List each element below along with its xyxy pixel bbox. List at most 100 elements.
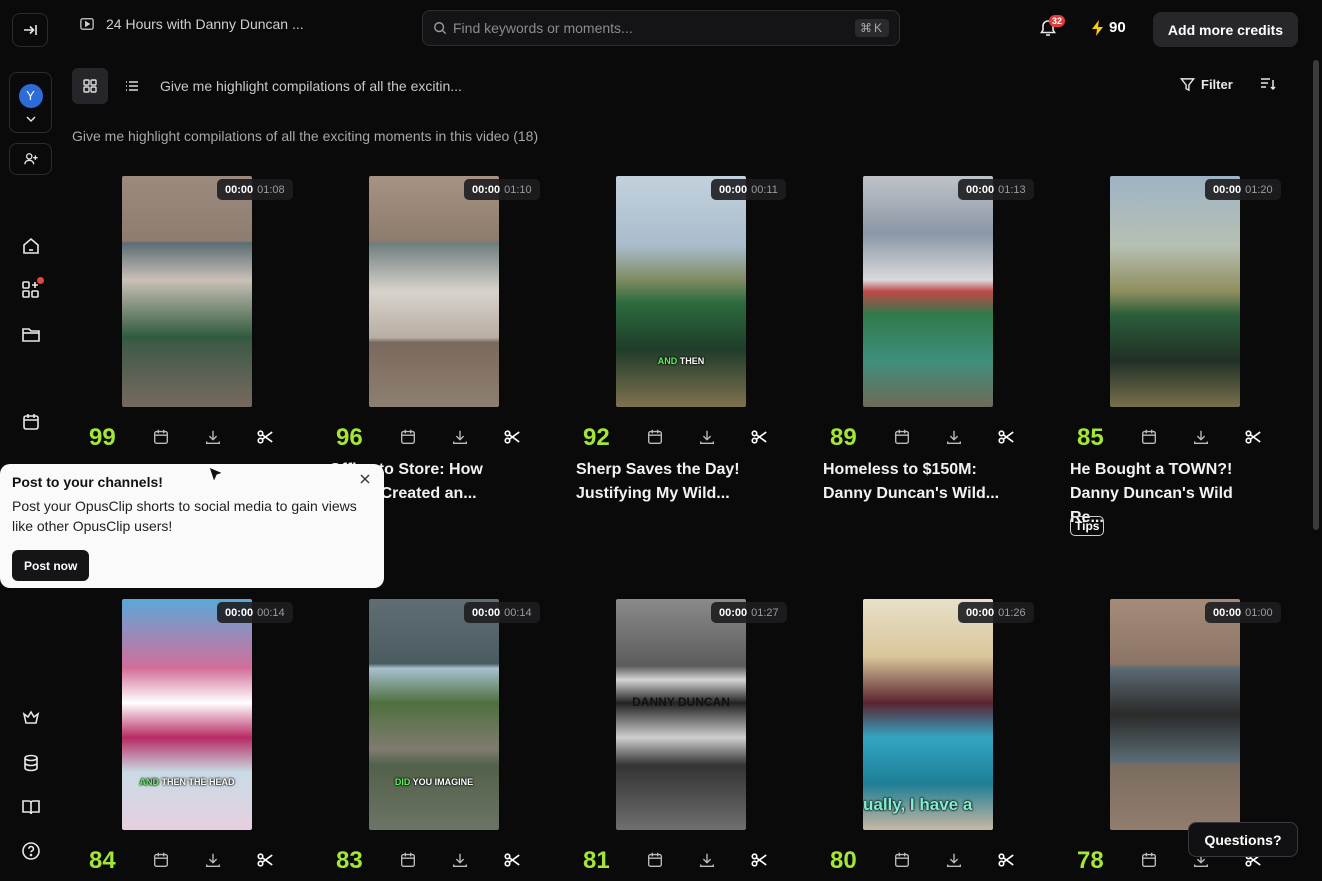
clip-duration: 00:14 — [257, 606, 285, 619]
clip-title[interactable]: Homeless to $150M: Danny Duncan's Wild..… — [823, 458, 1023, 506]
clip-thumbnail[interactable] — [863, 176, 993, 407]
new-badge-dot — [37, 277, 44, 284]
schedule-button[interactable] — [399, 851, 419, 871]
download-button[interactable] — [945, 851, 965, 871]
clip-thumbnail[interactable] — [1110, 599, 1240, 830]
download-button[interactable] — [1192, 428, 1212, 448]
edit-clip-button[interactable] — [256, 428, 276, 448]
scrollbar[interactable] — [1313, 60, 1319, 530]
schedule-button[interactable] — [646, 428, 666, 448]
clip-card[interactable]: DANNY DUNCAN 00:00 01:27 81 — [566, 599, 796, 879]
video-title-text: 24 Hours with Danny Duncan ... — [106, 16, 304, 32]
duration-badge: 00:00 01:26 — [958, 602, 1034, 623]
clip-card[interactable]: AND THEN 00:00 00:11 92 Sherp Saves the Day!… — [566, 176, 796, 502]
clip-start-time: 00:00 — [719, 606, 748, 619]
chevron-down-icon — [26, 116, 35, 122]
collapse-sidebar-button[interactable] — [12, 13, 48, 47]
popup-close-button[interactable] — [360, 474, 372, 486]
clip-thumbnail[interactable]: AND THEN — [616, 176, 746, 407]
sort-button[interactable] — [1260, 77, 1280, 95]
schedule-button[interactable] — [893, 428, 913, 448]
clip-card[interactable]: AND THEN THE HEAD 00:00 00:14 84 — [72, 599, 302, 879]
download-icon — [453, 430, 467, 444]
virality-score: 96 — [336, 424, 363, 451]
download-button[interactable] — [698, 851, 718, 871]
clip-thumbnail[interactable]: DANNY DUNCAN — [616, 599, 746, 830]
download-icon — [206, 853, 220, 867]
help-nav[interactable] — [18, 838, 44, 864]
scissors-icon — [257, 853, 273, 867]
duration-badge: 00:00 00:14 — [217, 602, 293, 623]
grid-view-button[interactable] — [72, 68, 108, 104]
virality-score: 78 — [1077, 847, 1104, 874]
download-button[interactable] — [698, 428, 718, 448]
clip-duration: 01:26 — [998, 606, 1026, 619]
schedule-button[interactable] — [152, 428, 172, 448]
prompt-heading: Give me highlight compilations of all th… — [72, 128, 539, 144]
schedule-button[interactable] — [152, 851, 172, 871]
edit-clip-button[interactable] — [997, 851, 1017, 871]
search-shortcut: ⌘K — [854, 19, 889, 37]
clip-title[interactable]: Sherp Saves the Day! Justifying My Wild.… — [576, 458, 776, 506]
workspace-switcher[interactable]: Y — [9, 72, 52, 133]
edit-clip-button[interactable] — [503, 851, 523, 871]
download-button[interactable] — [204, 428, 224, 448]
clip-card[interactable]: 00:00 01:08 99 — [72, 176, 302, 456]
invite-member-button[interactable] — [9, 143, 52, 175]
list-view-button[interactable] — [114, 68, 150, 104]
apps-nav[interactable] — [18, 277, 44, 303]
plan-nav[interactable] — [18, 705, 44, 731]
search-bar[interactable]: ⌘K — [422, 10, 900, 46]
clip-thumbnail[interactable] — [369, 176, 499, 407]
edit-clip-button[interactable] — [1244, 428, 1264, 448]
schedule-button[interactable] — [1140, 428, 1160, 448]
clip-card[interactable]: DID YOU IMAGINE 00:00 00:14 83 — [319, 599, 549, 879]
projects-nav[interactable] — [18, 321, 44, 347]
edit-clip-button[interactable] — [997, 428, 1017, 448]
clip-thumbnail[interactable]: DID YOU IMAGINE — [369, 599, 499, 830]
add-credits-button[interactable]: Add more credits — [1153, 12, 1298, 47]
credits-balance[interactable]: 90 — [1092, 19, 1126, 36]
clip-start-time: 00:00 — [1213, 183, 1242, 196]
calendar-icon — [648, 429, 662, 444]
duration-badge: 00:00 01:20 — [1205, 179, 1281, 200]
edit-clip-button[interactable] — [750, 851, 770, 871]
storage-nav[interactable] — [18, 750, 44, 776]
filter-button[interactable]: Filter — [1180, 77, 1233, 92]
edit-clip-button[interactable] — [256, 851, 276, 871]
caption-overlay: AND THEN THE HEAD — [122, 777, 252, 787]
notifications-button[interactable]: 32 — [1038, 15, 1066, 42]
schedule-button[interactable] — [893, 851, 913, 871]
download-icon — [947, 853, 961, 867]
clip-start-time: 00:00 — [225, 606, 254, 619]
clip-start-time: 00:00 — [966, 183, 995, 196]
schedule-button[interactable] — [1140, 851, 1160, 871]
download-button[interactable] — [204, 851, 224, 871]
clip-duration: 00:11 — [751, 183, 778, 196]
post-now-button[interactable]: Post now — [12, 550, 90, 581]
search-input[interactable] — [453, 20, 849, 36]
learn-nav[interactable] — [18, 794, 44, 820]
clip-thumbnail[interactable]: ually, I have a — [863, 599, 993, 830]
clip-thumbnail[interactable] — [1110, 176, 1240, 407]
subtitle-overlay: ually, I have a — [863, 795, 973, 814]
schedule-button[interactable] — [399, 428, 419, 448]
clip-card[interactable]: ually, I have a 00:00 01:26 80 — [813, 599, 1043, 879]
download-button[interactable] — [945, 428, 965, 448]
scissors-icon — [504, 430, 520, 444]
clip-thumbnail[interactable] — [122, 176, 252, 407]
calendar-nav[interactable] — [18, 409, 44, 435]
home-nav[interactable] — [18, 233, 44, 259]
prompt-selector[interactable]: Give me highlight compilations of all th… — [160, 78, 462, 94]
clip-thumbnail[interactable]: AND THEN THE HEAD — [122, 599, 252, 830]
clip-card[interactable]: 00:00 01:20 85 He Bought a TOWN?! Danny Dun… — [1060, 176, 1290, 536]
schedule-button[interactable] — [646, 851, 666, 871]
questions-button[interactable]: Questions? — [1188, 822, 1298, 857]
download-button[interactable] — [451, 851, 471, 871]
download-button[interactable] — [451, 428, 471, 448]
video-title[interactable]: 24 Hours with Danny Duncan ... — [80, 16, 304, 32]
edit-clip-button[interactable] — [503, 428, 523, 448]
edit-clip-button[interactable] — [750, 428, 770, 448]
clip-card[interactable]: 00:0001:1096Office to Store: How Merch C… — [319, 176, 549, 502]
clip-card[interactable]: 00:00 01:13 89 Homeless to $150M: Danny Dun… — [813, 176, 1043, 502]
